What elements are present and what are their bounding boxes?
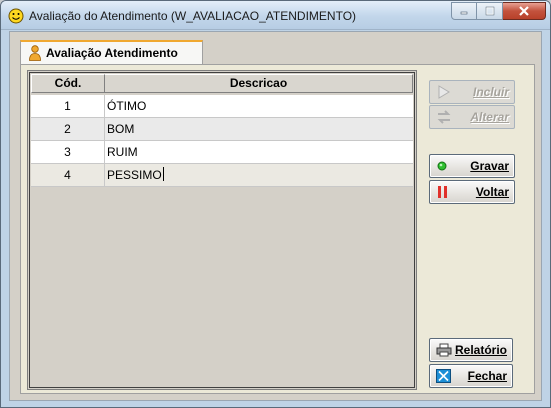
text-cursor bbox=[162, 167, 164, 181]
column-header-descricao[interactable]: Descricao bbox=[105, 74, 413, 93]
close-window-button[interactable] bbox=[503, 2, 546, 20]
data-grid[interactable]: Cód. Descricao 1 ÓTIMO 2 BOM 3 RUIM 4 PE… bbox=[27, 70, 417, 390]
table-row[interactable]: 3 RUIM bbox=[31, 141, 413, 164]
window-controls bbox=[451, 2, 546, 20]
close-x-icon bbox=[436, 369, 451, 383]
cell-cod: 1 bbox=[31, 95, 105, 117]
tab-avaliacao-atendimento[interactable]: Avaliação Atendimento bbox=[20, 40, 203, 65]
window-client-area: Avaliação Atendimento Cód. Descricao 1 Ó… bbox=[9, 31, 542, 401]
tab-label: Avaliação Atendimento bbox=[46, 46, 178, 60]
tab-panel: Cód. Descricao 1 ÓTIMO 2 BOM 3 RUIM 4 PE… bbox=[20, 64, 535, 394]
cell-cod: 2 bbox=[31, 118, 105, 140]
fechar-label: Fechar bbox=[467, 369, 507, 383]
cell-descricao-editing[interactable]: PESSIMO bbox=[106, 164, 413, 186]
green-dot-icon bbox=[437, 161, 447, 171]
incluir-label: Incluir bbox=[472, 85, 509, 99]
cell-cod: 4 bbox=[31, 164, 105, 186]
maximize-icon bbox=[485, 6, 494, 16]
minimize-icon bbox=[460, 11, 468, 15]
close-icon bbox=[519, 6, 529, 16]
smiley-icon bbox=[8, 8, 24, 24]
person-icon bbox=[29, 45, 41, 61]
minimize-button[interactable] bbox=[451, 2, 477, 20]
cell-cod: 3 bbox=[31, 141, 105, 163]
gravar-label: Gravar bbox=[470, 159, 509, 173]
table-row[interactable]: 2 BOM bbox=[31, 118, 413, 141]
table-row[interactable]: 1 ÓTIMO bbox=[31, 95, 413, 118]
grid-body: Cód. Descricao 1 ÓTIMO 2 BOM 3 RUIM 4 PE… bbox=[29, 72, 415, 388]
alterar-label: Alterar bbox=[470, 110, 509, 124]
swap-icon bbox=[437, 110, 451, 124]
cell-edit-text: PESSIMO bbox=[107, 168, 162, 182]
maximize-button[interactable] bbox=[477, 2, 503, 20]
play-arrow-icon bbox=[438, 85, 450, 99]
voltar-button[interactable]: Voltar bbox=[429, 180, 515, 204]
printer-icon bbox=[436, 343, 452, 357]
relatorio-button[interactable]: Relatório bbox=[429, 338, 513, 362]
window-title: Avaliação do Atendimento (W_AVALIACAO_AT… bbox=[29, 9, 357, 23]
cell-descricao: ÓTIMO bbox=[107, 99, 147, 113]
fechar-button[interactable]: Fechar bbox=[429, 364, 513, 388]
voltar-label: Voltar bbox=[475, 185, 509, 199]
cell-descricao: BOM bbox=[107, 122, 135, 136]
pause-icon bbox=[438, 186, 447, 198]
relatorio-label: Relatório bbox=[454, 343, 507, 357]
application-window: Avaliação do Atendimento (W_AVALIACAO_AT… bbox=[0, 0, 551, 408]
title-bar[interactable]: Avaliação do Atendimento (W_AVALIACAO_AT… bbox=[1, 1, 550, 30]
column-header-cod[interactable]: Cód. bbox=[31, 74, 105, 93]
incluir-button[interactable]: Incluir bbox=[429, 80, 515, 104]
alterar-button[interactable]: Alterar bbox=[429, 105, 515, 129]
gravar-button[interactable]: Gravar bbox=[429, 154, 515, 178]
cell-descricao: RUIM bbox=[107, 145, 138, 159]
table-row-selected[interactable]: 4 PESSIMO bbox=[31, 164, 413, 187]
